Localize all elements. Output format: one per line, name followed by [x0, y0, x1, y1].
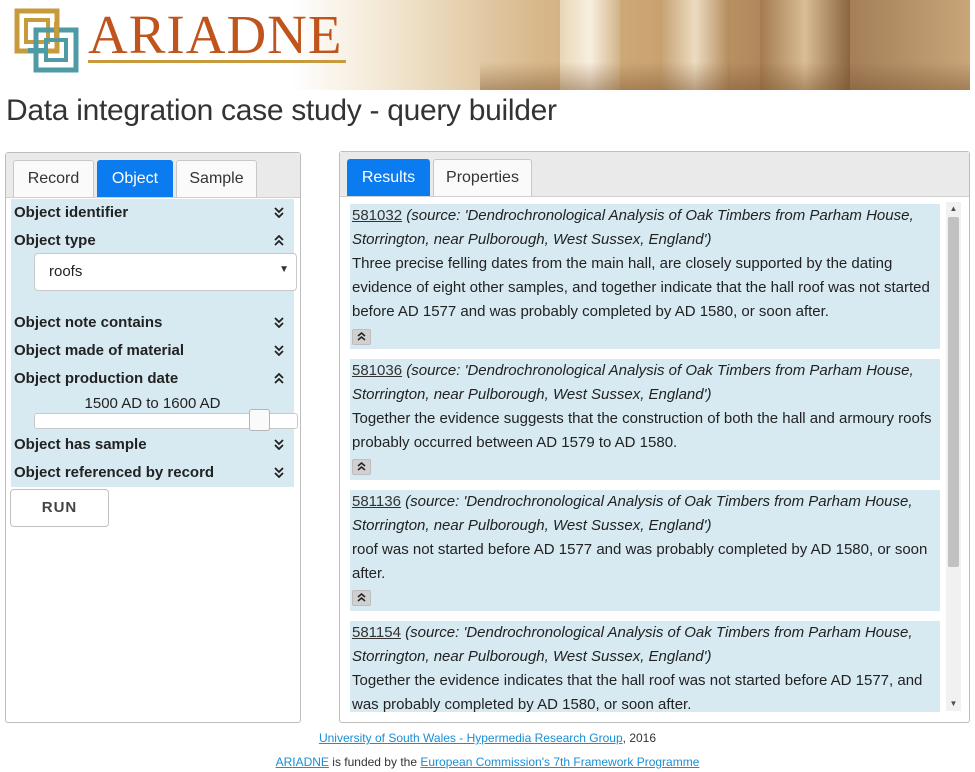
- result-text: Together the evidence suggests that the …: [352, 410, 932, 451]
- chevron-double-down-icon: [274, 459, 286, 487]
- dropdown-arrow-icon: ▼: [279, 264, 289, 275]
- chevron-double-up-icon: [357, 332, 366, 341]
- object-type-select[interactable]: roofs ▼: [34, 253, 297, 291]
- filter-label: Object referenced by record: [14, 464, 215, 481]
- collapse-result-button[interactable]: [352, 459, 371, 475]
- query-builder-panel: Record Object Sample Object identifier O…: [5, 152, 301, 723]
- usw-hypermedia-link[interactable]: University of South Wales - Hypermedia R…: [319, 731, 623, 745]
- result-header: 581036 (source: 'Dendrochronological Ana…: [350, 359, 940, 407]
- filter-label: Object identifier: [14, 204, 129, 221]
- results-scrollbar[interactable]: ▲ ▼: [946, 202, 961, 711]
- result-id-link[interactable]: 581136: [352, 493, 401, 510]
- chevron-double-down-icon: [274, 309, 286, 337]
- filter-label: Object production date: [14, 370, 179, 387]
- funding-text: is funded by the: [328, 755, 421, 769]
- tab-object[interactable]: Object: [97, 160, 173, 197]
- collapse-result-button[interactable]: [352, 329, 371, 345]
- brand-name: ARIADNE: [88, 4, 343, 65]
- filter-label: Object type: [14, 232, 96, 249]
- result-text: roof was not started before AD 1577 and …: [352, 541, 928, 582]
- result-header: 581032 (source: 'Dendrochronological Ana…: [350, 204, 940, 252]
- chevron-double-down-icon: [274, 337, 286, 365]
- footer-year: , 2016: [622, 731, 657, 745]
- filter-object-sample[interactable]: Object has sample: [11, 431, 294, 459]
- filter-label: Object note contains: [14, 314, 163, 331]
- result-id-link[interactable]: 581154: [352, 624, 401, 641]
- filter-object-type[interactable]: Object type: [11, 227, 294, 255]
- banner-floor: [480, 62, 970, 90]
- footer-credit: University of South Wales - Hypermedia R…: [0, 731, 975, 745]
- result-card: 581036 (source: 'Dendrochronological Ana…: [350, 359, 940, 480]
- scroll-down-arrow-icon[interactable]: ▼: [946, 697, 961, 711]
- tab-results[interactable]: Results: [347, 159, 430, 196]
- filter-object-referenced[interactable]: Object referenced by record: [11, 459, 294, 487]
- scroll-thumb[interactable]: [948, 217, 959, 567]
- object-filters: Object identifier Object type roofs ▼ Ob…: [11, 199, 298, 487]
- footer-funding: ARIADNE is funded by the European Commis…: [0, 755, 975, 769]
- chevron-double-down-icon: [274, 431, 286, 459]
- filter-label: Object has sample: [14, 436, 147, 453]
- chevron-double-down-icon: [274, 199, 286, 227]
- header-banner: ARIADNE: [0, 0, 970, 90]
- chevron-double-up-icon: [274, 227, 286, 255]
- result-header: 581154 (source: 'Dendrochronological Ana…: [350, 621, 940, 669]
- results-list: 581032 (source: 'Dendrochronological Ana…: [350, 202, 940, 712]
- result-card: 581154 (source: 'Dendrochronological Ana…: [350, 621, 940, 712]
- result-text: Three precise felling dates from the mai…: [352, 255, 930, 320]
- tab-sample[interactable]: Sample: [176, 160, 257, 197]
- ariadne-logo-icon: [14, 8, 79, 73]
- chevron-double-up-icon: [357, 593, 366, 602]
- query-tabs: Record Object Sample: [6, 153, 300, 198]
- date-slider-handle[interactable]: [249, 409, 270, 431]
- chevron-double-up-icon: [274, 365, 286, 393]
- filter-object-identifier[interactable]: Object identifier: [11, 199, 294, 227]
- filter-label: Object made of material: [14, 342, 185, 359]
- result-card: 581136 (source: 'Dendrochronological Ana…: [350, 490, 940, 611]
- collapse-result-button[interactable]: [352, 590, 371, 606]
- object-type-value: roofs: [49, 263, 83, 280]
- scroll-up-arrow-icon[interactable]: ▲: [946, 202, 961, 216]
- page-title: Data integration case study - query buil…: [6, 94, 557, 127]
- european-commission-link[interactable]: European Commission's 7th Framework Prog…: [420, 755, 699, 769]
- results-panel: Results Properties 581032 (source: 'Dend…: [339, 151, 970, 723]
- result-source: (source: 'Dendrochronological Analysis o…: [352, 493, 913, 534]
- result-id-link[interactable]: 581036: [352, 362, 402, 379]
- tab-properties[interactable]: Properties: [433, 159, 532, 196]
- result-text: Together the evidence indicates that the…: [352, 672, 923, 712]
- filter-object-material[interactable]: Object made of material: [11, 337, 294, 365]
- chevron-double-up-icon: [357, 462, 366, 471]
- result-card: 581032 (source: 'Dendrochronological Ana…: [350, 204, 940, 349]
- run-button[interactable]: RUN: [10, 489, 109, 527]
- result-source: (source: 'Dendrochronological Analysis o…: [352, 207, 914, 248]
- brand-underline: [88, 60, 346, 63]
- filter-object-note[interactable]: Object note contains: [11, 309, 294, 337]
- result-source: (source: 'Dendrochronological Analysis o…: [352, 362, 914, 403]
- tab-record[interactable]: Record: [13, 160, 94, 197]
- filter-object-date[interactable]: Object production date: [11, 365, 294, 393]
- results-tabs: Results Properties: [340, 152, 969, 197]
- result-source: (source: 'Dendrochronological Analysis o…: [352, 624, 913, 665]
- ariadne-link[interactable]: ARIADNE: [276, 755, 329, 769]
- result-header: 581136 (source: 'Dendrochronological Ana…: [350, 490, 940, 538]
- result-id-link[interactable]: 581032: [352, 207, 402, 224]
